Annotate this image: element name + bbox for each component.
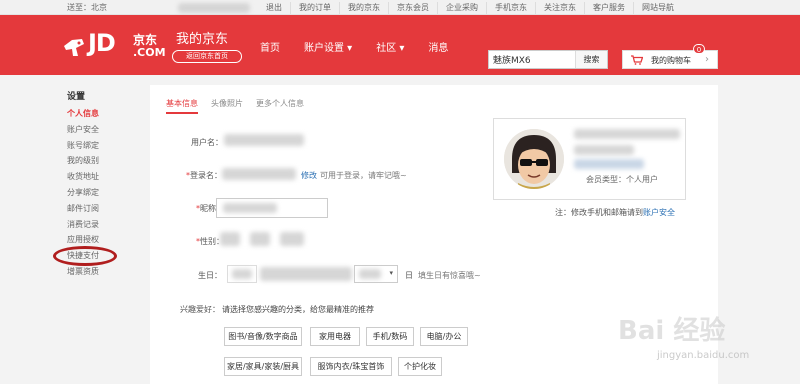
sidebar-title: 设置 <box>67 92 86 102</box>
blurred-login-name <box>222 168 296 180</box>
tab-basic-info[interactable]: 基本信息 <box>166 98 198 114</box>
blurred-day <box>359 269 381 279</box>
logo-jd-text: JD <box>88 29 116 57</box>
gender-option-1[interactable] <box>220 232 240 246</box>
account-security-link[interactable]: 账户安全 <box>643 208 675 217</box>
baidu-watermark: Bai 经验 jingyan.baidu.com <box>612 310 792 380</box>
cart-count-badge: 0 <box>693 44 705 54</box>
interest-tag-apparel[interactable]: 服饰内衣/珠宝首饰 <box>310 357 392 376</box>
logout-link[interactable]: 退出 <box>258 2 290 14</box>
tab-avatar[interactable]: 头像照片 <box>211 98 243 114</box>
nav-account-settings[interactable]: 账户设置 ▾ <box>304 39 352 54</box>
username-label: 用户名： <box>191 138 223 147</box>
birthday-day-select[interactable]: ▾ <box>354 265 398 283</box>
header: JD 京东 .COM 我的京东 返回京东首页 首页 账户设置 ▾ 社区 ▾ 消息… <box>0 15 800 75</box>
sidebar-item-vat-invoice[interactable]: 增票资质 <box>67 264 137 280</box>
blurred-profile-line-2 <box>574 145 634 155</box>
gender-option-2[interactable] <box>250 232 270 246</box>
profile-card: 会员类型：个人用户 <box>493 118 686 200</box>
birthday-day-suffix: 日 <box>405 271 413 280</box>
customer-service-link[interactable]: 客户服务 <box>584 2 633 14</box>
sidebar-item-my-level[interactable]: 我的级别 <box>67 153 137 169</box>
sidebar-item-account-security[interactable]: 账户安全 <box>67 122 137 138</box>
birthday-label: 生日： <box>198 271 222 280</box>
sidebar-item-account-binding[interactable]: 账号绑定 <box>67 138 137 154</box>
sidebar-item-personal-info[interactable]: 个人信息 <box>67 106 137 122</box>
blurred-year <box>232 269 252 279</box>
user-avatar[interactable] <box>504 129 564 189</box>
back-home-button[interactable]: 返回京东首页 <box>172 50 242 63</box>
tabs: 基本信息 头像照片 更多个人信息 <box>166 98 317 114</box>
interest-tag-cosmetics[interactable]: 个护化妆 <box>398 357 442 376</box>
jd-robot-icon <box>64 39 84 56</box>
blurred-profile-line-3 <box>574 159 644 169</box>
main-nav: 首页 账户设置 ▾ 社区 ▾ 消息 <box>260 39 472 54</box>
blurred-profile-line-1 <box>574 129 680 139</box>
search-input[interactable] <box>489 51 577 68</box>
nav-home[interactable]: 首页 <box>260 39 280 54</box>
sidebar-item-email-subscription[interactable]: 邮件订阅 <box>67 201 137 217</box>
my-jd-title: 我的京东 <box>176 32 229 47</box>
my-jd-link[interactable]: 我的京东 <box>339 2 388 14</box>
birthday-year-select[interactable] <box>227 265 257 283</box>
avatar-cartoon-icon <box>504 129 564 189</box>
interests-hint: 请选择您感兴趣的分类，给您最精准的推荐 <box>222 305 374 314</box>
login-name-label-wrap: *登录名： <box>186 171 222 180</box>
gender-option-3[interactable] <box>280 232 304 246</box>
logo-com-text: .COM <box>133 46 166 59</box>
jd-member-link[interactable]: 京东会员 <box>388 2 437 14</box>
top-bar: 送至：北京 退出 我的订单 我的京东 京东会员 企业采购 手机京东 关注京东 客… <box>0 0 800 15</box>
site-nav-link[interactable]: 网站导航 <box>633 2 682 14</box>
interest-tag-home[interactable]: 家居/家具/家装/厨具 <box>224 357 302 376</box>
chevron-down-icon: ▾ <box>389 269 393 277</box>
interest-tag-appliances[interactable]: 家用电器 <box>310 327 360 346</box>
nav-messages[interactable]: 消息 <box>428 39 448 54</box>
jd-logo[interactable]: JD 京东 .COM <box>58 25 178 67</box>
enterprise-link[interactable]: 企业采购 <box>437 2 486 14</box>
modify-login-link[interactable]: 修改 <box>301 170 317 181</box>
notice: 注：修改手机和邮箱请到账户安全 <box>555 207 675 218</box>
login-hint: 可用于登录，请牢记哦~ <box>320 171 407 180</box>
login-name-label: 登录名： <box>190 171 222 180</box>
follow-jd-link[interactable]: 关注京东 <box>535 2 584 14</box>
birthday-month-select[interactable] <box>260 267 352 281</box>
search-button[interactable]: 搜索 <box>575 51 607 68</box>
top-nav: 退出 我的订单 我的京东 京东会员 企业采购 手机京东 关注京东 客户服务 网站… <box>258 2 682 14</box>
interest-tag-phones[interactable]: 手机/数码 <box>366 327 414 346</box>
sidebar-item-address[interactable]: 收货地址 <box>67 169 137 185</box>
highlight-circle <box>53 246 117 266</box>
tab-more-info[interactable]: 更多个人信息 <box>256 98 304 114</box>
blurred-username <box>178 3 250 13</box>
cart-icon <box>631 55 643 65</box>
notice-text: 注：修改手机和邮箱请到 <box>555 208 643 217</box>
cart-button[interactable]: 我的购物车 0 › <box>622 44 718 69</box>
mobile-jd-link[interactable]: 手机京东 <box>486 2 535 14</box>
sidebar-item-spending-record[interactable]: 消费记录 <box>67 217 137 233</box>
member-type: 会员类型：个人用户 <box>586 175 658 184</box>
interest-tag-books[interactable]: 图书/音像/数字商品 <box>224 327 302 346</box>
blurred-username-value <box>224 134 304 146</box>
search-box: 搜索 <box>488 50 608 69</box>
nav-community[interactable]: 社区 ▾ <box>376 39 404 54</box>
chevron-right-icon: › <box>705 54 709 65</box>
interests-label: 兴趣爱好： <box>180 305 220 314</box>
interest-tag-computers[interactable]: 电脑/办公 <box>420 327 468 346</box>
delivery-location[interactable]: 送至：北京 <box>67 2 107 13</box>
watermark-url: jingyan.baidu.com <box>657 350 750 361</box>
watermark-brand: Bai 经验 <box>618 316 726 346</box>
sidebar-item-share-binding[interactable]: 分享绑定 <box>67 185 137 201</box>
nickname-input[interactable] <box>216 198 328 218</box>
birthday-hint: 填生日有惊喜哦~ <box>418 271 481 280</box>
cart-label: 我的购物车 <box>651 56 691 65</box>
my-orders-link[interactable]: 我的订单 <box>290 2 339 14</box>
blurred-nickname <box>223 203 277 213</box>
